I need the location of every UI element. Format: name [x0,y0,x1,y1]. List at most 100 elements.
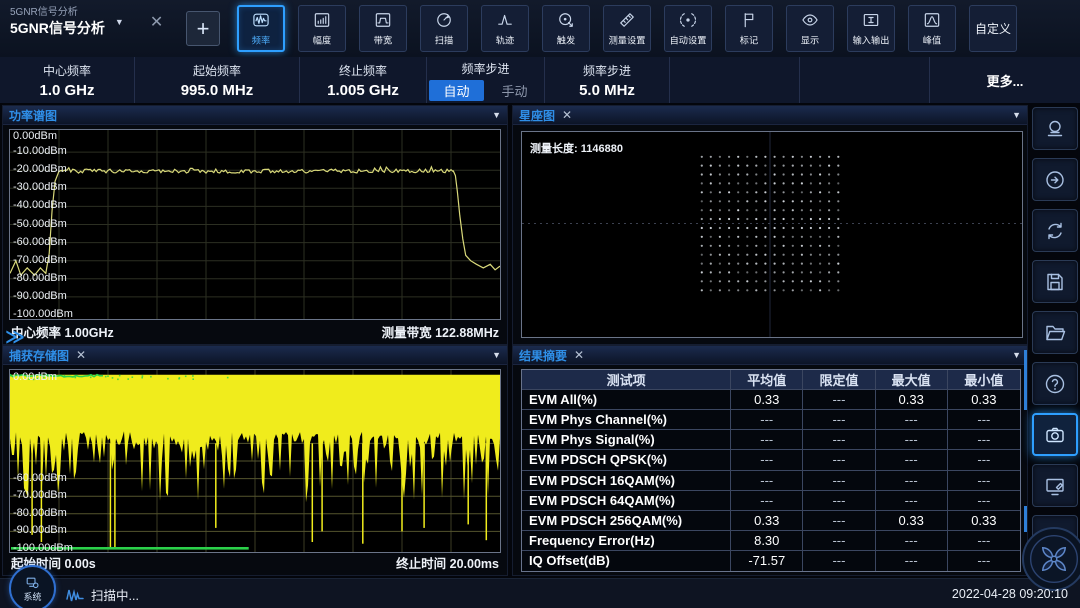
marker-flag-icon [744,13,754,28]
toolbar-button-amplitude[interactable]: 幅度 [298,5,346,52]
measure-setup-icon [620,13,634,27]
result-item-name: EVM Phys Signal(%) [522,430,732,451]
y-axis-label: -60.00dBm [13,471,67,484]
param-cell-frequency-step[interactable]: 频率步进 5.0 MHz [545,57,670,103]
scrollbar-thumb[interactable] [1024,350,1027,410]
table-row[interactable]: EVM All(%) 0.33 --- 0.33 0.33 [522,390,1020,411]
result-item-name: EVM PDSCH 16QAM(%) [522,470,732,491]
param-cell-start-frequency[interactable]: 起始频率 995.0 MHz [135,57,300,103]
scrollbar-thumb[interactable] [1024,506,1027,532]
more-button[interactable]: 更多... [930,57,1080,103]
toolbar-button-frequency[interactable]: 频率 [237,5,285,52]
results-column-header: 平均值 [731,370,804,391]
toolbar-button-trace[interactable]: 轨迹 [481,5,529,52]
measurement-tab[interactable]: 5GNR信号分析 5GNR信号分析 ▼ ✕ [10,7,163,37]
result-value: 0.33 [947,390,1020,411]
system-button[interactable]: 系统 [9,565,56,608]
sidebar-button-preset[interactable] [1032,107,1078,150]
collapse-panel-icon[interactable]: ▼ [492,350,501,360]
result-value: --- [803,430,876,451]
table-row[interactable]: EVM PDSCH 64QAM(%) --- --- --- --- [522,490,1020,511]
trigger-icon [559,13,573,27]
result-value: --- [731,470,804,491]
toggle-option[interactable]: 手动 [488,80,542,101]
tab-subtitle: 5GNR信号分析 [10,7,78,18]
result-value: --- [875,410,948,431]
toggle-option[interactable]: 自动 [429,79,484,101]
tab-dropdown-icon[interactable]: ▼ [115,17,124,27]
bandpass-icon [375,13,391,27]
toolbar-button-bandwidth[interactable]: 带宽 [359,5,407,52]
result-item-name: EVM PDSCH QPSK(%) [522,450,732,471]
param-label: 终止频率 [338,63,387,78]
results-column-header: 限定值 [803,370,876,391]
results-summary-header: 结果摘要 ✕ ▼ [513,346,1027,365]
result-value: 0.33 [875,390,948,411]
sidebar-button-camera[interactable] [1032,413,1078,456]
result-value: --- [803,470,876,491]
result-value: --- [803,390,876,411]
table-row[interactable]: EVM Phys Signal(%) --- --- --- --- [522,430,1020,451]
sidebar-button-display-settings[interactable] [1032,464,1078,507]
toolbar-button-peak[interactable]: 峰值 [908,5,956,52]
toolbar-button-measure-setup[interactable]: 测量设置 [603,5,651,52]
toolbar-button-custom[interactable]: 自定义 [969,5,1017,52]
add-tab-button[interactable]: + [186,11,220,46]
param-value: 995.0 MHz [180,81,254,99]
result-value: --- [875,450,948,471]
param-label: 频率步进 [461,61,510,76]
table-row[interactable]: EVM Phys Channel(%) --- --- --- --- [522,410,1020,431]
param-label: 中心频率 [42,63,91,78]
collapse-panel-icon[interactable]: ▼ [1012,350,1021,360]
result-item-name: EVM PDSCH 256QAM(%) [522,510,732,531]
expand-panel-icon[interactable]: ≫ [5,326,25,349]
toolbar-button-input-output[interactable]: 输入输出 [847,5,895,52]
toolbar-button-label: 扫描 [434,36,454,47]
results-summary-panel: 结果摘要 ✕ ▼ 测试项 平均值 限定值 最大值 最小值 EVM All(%) 0.33 --… [512,345,1028,576]
help-icon [1045,374,1065,393]
close-panel-icon[interactable]: ✕ [574,348,584,362]
result-item-name: EVM All(%) [522,390,732,411]
result-value: --- [947,430,1020,451]
toolbar-button-sweep[interactable]: 扫描 [420,5,468,52]
toolbar-button-display[interactable]: 显示 [786,5,834,52]
sidebar-button-refresh[interactable] [1032,209,1078,252]
refresh-icon [1048,222,1062,239]
y-axis-label: -20.00dBm [13,163,67,176]
scan-activity-icon [66,588,84,601]
sidebar-button-save[interactable] [1032,260,1078,303]
close-panel-icon[interactable]: ✕ [562,108,572,122]
auto-manual-toggle: 自动 手动 [429,79,542,101]
table-row[interactable]: EVM PDSCH 16QAM(%) --- --- --- --- [522,470,1020,491]
result-value: --- [876,550,948,571]
sidebar-button-help[interactable] [1032,362,1078,405]
sidebar-button-open-folder[interactable] [1032,311,1078,354]
nav-wheel-button[interactable] [1022,527,1080,591]
table-row[interactable]: IQ Offset(dB) -71.57 --- --- --- [522,550,1020,571]
result-value: --- [731,490,804,511]
tab-close-icon[interactable]: ✕ [150,12,163,32]
table-row[interactable]: EVM PDSCH QPSK(%) --- --- --- --- [522,450,1020,471]
toolbar-button-marker[interactable]: 标记 [725,5,773,52]
close-panel-icon[interactable]: ✕ [76,348,86,362]
toolbar-button-trigger[interactable]: 触发 [542,5,590,52]
param-cell-center-frequency[interactable]: 中心频率 1.0 GHz [0,57,135,103]
save-icon [1047,273,1063,290]
sidebar-button-continue[interactable] [1032,158,1078,201]
toolbar-button-label: 带宽 [373,36,393,47]
result-value: --- [947,471,1020,491]
collapse-panel-icon[interactable]: ▼ [1012,110,1021,120]
param-cell-frequency-step-mode[interactable]: 频率步进自动 手动 [427,57,545,103]
y-axis-label: 0.00dBm [13,371,58,383]
table-row[interactable]: EVM PDSCH 256QAM(%) 0.33 --- 0.33 0.33 [522,510,1020,531]
result-value: --- [803,450,876,471]
power-spectrum-footer: 中心频率 1.00GHz 测量带宽 122.88MHz [11,322,499,341]
y-axis-label: -50.00dBm [13,217,67,230]
input-output-icon [863,14,879,26]
toolbar-button-auto-setup[interactable]: 自动设置 [664,5,712,52]
capture-storage-body: 0.00dBm -60.00dBm -70.00dBm -80.00dBm -90.00… [3,365,507,575]
param-cell-stop-frequency[interactable]: 终止频率 1.005 GHz [300,57,427,103]
table-row[interactable]: Frequency Error(Hz) 8.30 --- --- --- [522,530,1020,551]
collapse-panel-icon[interactable]: ▼ [492,110,501,120]
constellation-plot [522,132,1022,337]
